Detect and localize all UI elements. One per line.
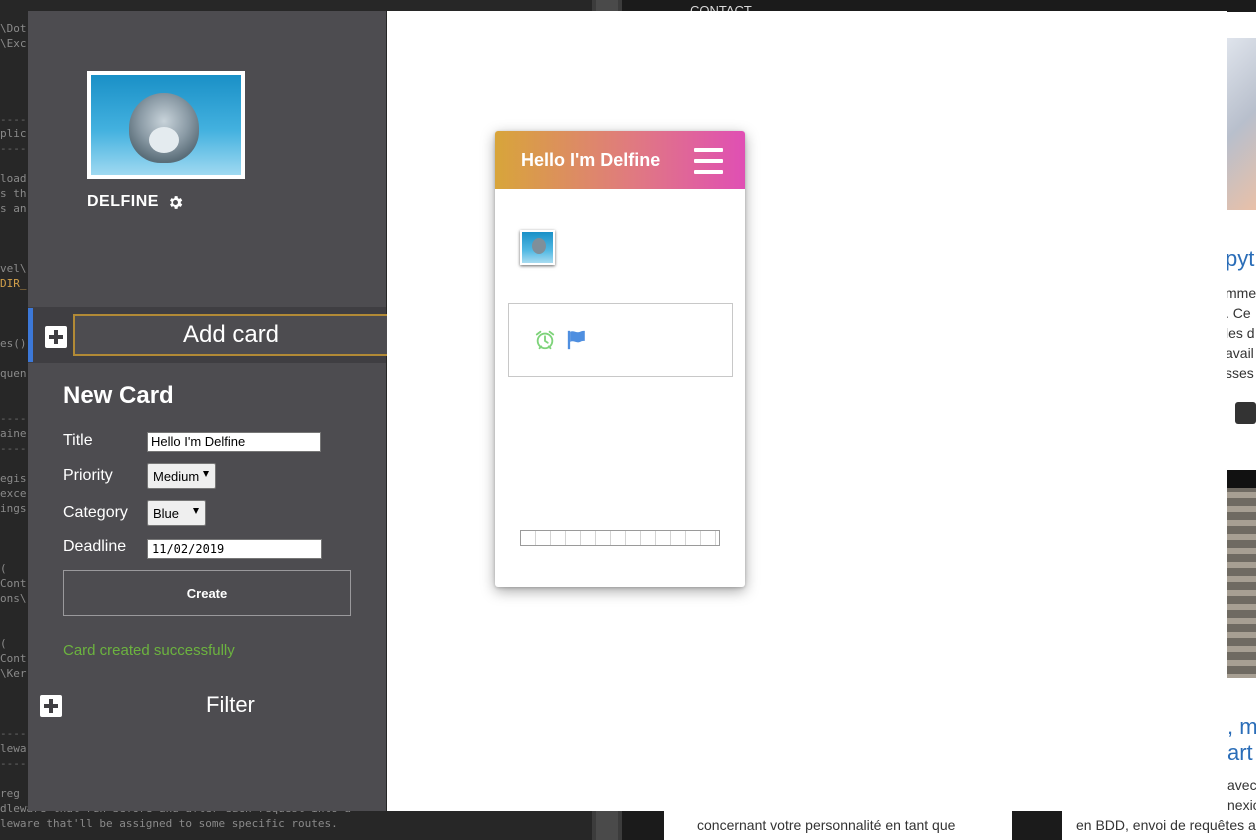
code-line: s th: [0, 187, 27, 200]
code-line: \Exc: [0, 37, 27, 50]
site-para-2-line: avec: [1227, 777, 1256, 793]
caret-down-icon: [193, 508, 199, 514]
code-line: es(): [0, 337, 27, 350]
code-line: Cont: [0, 652, 27, 665]
code-line: ----: [0, 113, 27, 126]
code-line: lewa: [0, 742, 27, 755]
code-line: ings: [0, 502, 27, 515]
site-image-top-bar: [1227, 470, 1256, 488]
code-line: ----: [0, 142, 27, 155]
deadline-field[interactable]: 11/02/2019: [147, 539, 322, 559]
site-para-1-line: . Ce: [1225, 305, 1251, 321]
code-line: vel\: [0, 262, 27, 275]
site-para-1-line: les d: [1225, 325, 1255, 341]
flag-icon: [567, 330, 585, 350]
code-line: ----: [0, 727, 27, 740]
code-line: Cont: [0, 577, 27, 590]
code-line: leware that'll be assigned to some speci…: [0, 817, 338, 830]
site-para-1-line: mme: [1225, 285, 1256, 301]
sidebar: DELFINE Add card New Card Title Hello I'…: [28, 11, 403, 811]
site-bottom-left-text: concernant votre personnalité en tant qu…: [697, 817, 956, 833]
code-line: (: [0, 637, 7, 650]
code-line: load: [0, 172, 27, 185]
add-card-plus-button[interactable]: [45, 326, 67, 348]
hamburger-menu-icon[interactable]: [694, 148, 723, 174]
site-para-1-line: sses: [1225, 365, 1254, 381]
priority-select-value: Medium: [153, 468, 200, 484]
gear-icon[interactable]: [167, 194, 184, 211]
title-field[interactable]: Hello I'm Delfine: [147, 432, 321, 452]
site-para-1-line: avail: [1225, 345, 1254, 361]
site-image-hands: [1227, 38, 1256, 210]
code-line: ----: [0, 757, 27, 770]
category-select-value: Blue: [153, 505, 180, 521]
code-line: s an: [0, 202, 27, 215]
code-line: ----: [0, 412, 27, 425]
new-card-heading: New Card: [63, 382, 174, 409]
plus-icon: [44, 699, 58, 713]
code-line: quen: [0, 367, 27, 380]
card-thumbnail[interactable]: [520, 230, 555, 265]
code-line: DIR_: [0, 277, 27, 290]
card-header: Hello I'm Delfine: [495, 131, 745, 189]
main-board: Hello I'm Delfine: [387, 11, 1227, 811]
card-info-box: [508, 303, 733, 377]
code-line: reg: [0, 787, 20, 800]
site-para-2-line: nexic: [1227, 797, 1256, 813]
progress-bar: [520, 530, 720, 546]
code-line: exce: [0, 487, 27, 500]
site-bottom-right-text: en BDD, envoi de requêtes a: [1076, 817, 1256, 833]
profile-name: DELFINE: [87, 193, 159, 210]
task-card[interactable]: Hello I'm Delfine: [495, 131, 745, 587]
code-line: \Dot: [0, 22, 27, 35]
code-line: egis: [0, 472, 27, 485]
avatar[interactable]: [87, 71, 245, 179]
category-label: Category: [63, 504, 128, 521]
site-tag-icon[interactable]: [1235, 402, 1256, 424]
success-message: Card created successfully: [63, 642, 235, 659]
caret-down-icon: [203, 471, 209, 477]
add-card-button[interactable]: Add card: [73, 314, 403, 356]
active-indicator: [28, 308, 33, 362]
filter-plus-button[interactable]: [40, 695, 62, 717]
profile-name-row: DELFINE: [87, 193, 184, 211]
priority-select[interactable]: Medium: [147, 463, 216, 489]
code-line: plic: [0, 127, 27, 140]
dolphin-thumb: [532, 238, 546, 254]
deadline-label: Deadline: [63, 538, 127, 555]
priority-label: Priority: [63, 467, 113, 484]
create-button[interactable]: Create: [63, 570, 351, 616]
profile-panel: DELFINE: [28, 11, 386, 307]
alarm-clock-icon: [535, 330, 555, 350]
code-line: \Ker: [0, 667, 27, 680]
code-line: ----: [0, 442, 27, 455]
site-image-library: [1227, 470, 1256, 678]
filter-button[interactable]: Filter: [206, 692, 255, 718]
code-line: aine: [0, 427, 27, 440]
site-heading-2-line[interactable]: , m: [1227, 714, 1256, 740]
code-line: (: [0, 562, 7, 575]
dolphin-belly: [149, 127, 179, 153]
site-heading-2-line[interactable]: art: [1227, 740, 1253, 766]
plus-icon: [49, 330, 63, 344]
card-title: Hello I'm Delfine: [521, 150, 661, 170]
site-heading-1[interactable]: pyt: [1225, 246, 1254, 272]
code-line: ons\: [0, 592, 27, 605]
title-label: Title: [63, 432, 93, 449]
category-select[interactable]: Blue: [147, 500, 206, 526]
